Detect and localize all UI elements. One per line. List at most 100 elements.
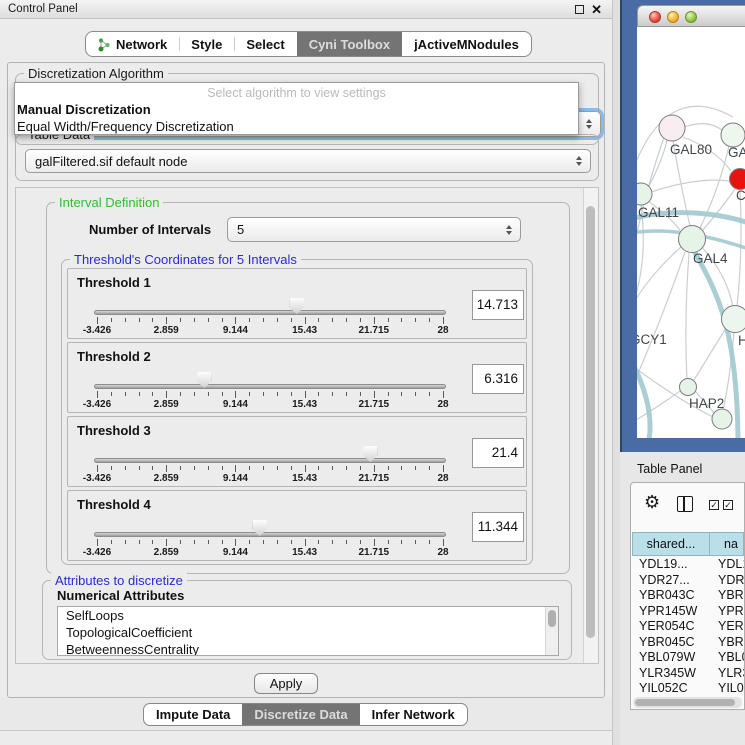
threshold-panel: Threshold 3-3.4262.8599.14415.4321.71528… [67,416,527,487]
slider-tick [97,465,98,472]
table-row[interactable]: YDR27...YDR2 [632,573,744,589]
slider-tick [346,318,347,322]
network-edge[interactable] [686,253,689,379]
gear-icon[interactable]: ⚙ [644,492,660,513]
panel-divider[interactable] [612,0,620,745]
minimize-traffic-light[interactable] [667,11,679,23]
tab-impute-data[interactable]: Impute Data [144,704,242,725]
network-node-unlabeled[interactable] [712,409,732,429]
network-node-C[interactable] [730,169,745,190]
table-row[interactable]: YLR345WYLR3 [632,666,744,682]
threshold-value-field[interactable]: 21.4 [472,438,524,468]
tick-label: -3.426 [83,399,111,410]
column-header-shared[interactable]: shared... [632,532,710,556]
tab-discretize-data[interactable]: Discretize Data [242,704,359,725]
split-columns-icon[interactable] [677,496,693,512]
tab-cyni-toolbox[interactable]: Cyni Toolbox [297,32,402,56]
close-traffic-light[interactable] [649,11,661,23]
list-scrollbar[interactable] [545,607,558,655]
slider-tick [139,318,140,322]
combo-arrows-icon [586,119,592,129]
table-horizontal-scrollbar[interactable] [633,697,742,708]
number-of-intervals-spinner[interactable]: 5 [227,217,521,242]
threshold-slider[interactable]: -3.4262.8599.14415.4321.71528 [68,417,526,486]
table-row[interactable]: YBR043CYBR0 [632,588,744,604]
table-row[interactable]: YBL079WYBL0 [632,650,744,666]
threshold-panel: Threshold 2-3.4262.8599.14415.4321.71528… [67,342,527,413]
network-node-GAL4[interactable] [679,226,706,253]
slider-track[interactable] [94,310,446,315]
slider-track[interactable] [94,458,446,463]
network-edge[interactable] [637,252,685,389]
cell-shared-name: YDL19... [632,557,710,573]
network-graph[interactable]: GAL80GACGAL11GAL4GCY1HHAP2 [637,27,745,438]
checkbox-icon[interactable]: ✓ [709,500,719,510]
network-edge[interactable] [702,189,735,231]
numerical-attributes-list[interactable]: SelfLoopsTopologicalCoefficientBetweenne… [57,606,559,656]
threshold-slider[interactable]: -3.4262.8599.14415.4321.71528 [68,343,526,412]
checkbox-icon[interactable]: ✓ [723,500,733,510]
panel-scrollbar[interactable] [583,188,598,663]
table-row[interactable]: YPR145WYPR1 [632,604,744,620]
network-edge[interactable] [651,180,730,192]
slider-tick [291,318,292,322]
network-window-titlebar[interactable] [637,5,745,27]
slider-track[interactable] [94,384,446,389]
network-edge-thick[interactable] [637,357,650,438]
apply-button[interactable]: Apply [254,673,318,694]
zoom-traffic-light[interactable] [685,11,697,23]
attribute-list-item[interactable]: TopologicalCoefficient [58,624,558,641]
slider-tick [277,540,278,544]
table-row[interactable]: YIL052CYIL0 [632,681,744,696]
table-row[interactable]: YER054CYER0 [632,619,744,635]
network-node-GAL80[interactable] [659,115,685,141]
network-edge[interactable] [637,106,733,175]
interval-definition-group: Interval Definition Number of Intervals … [46,202,570,574]
algorithm-option[interactable]: Manual Discretization [15,102,578,117]
table-row[interactable]: YDL19...YDL1 [632,557,744,573]
scrollbar-thumb[interactable] [548,610,556,627]
slider-tick [194,318,195,322]
network-node-HAP2[interactable] [680,379,697,396]
slider-tick [111,318,112,322]
scrollbar-thumb[interactable] [586,206,595,638]
slider-ticks [97,317,443,325]
attribute-list-item[interactable]: SelfLoops [58,607,558,624]
slider-track[interactable] [94,532,446,537]
network-node-GA[interactable] [721,123,745,147]
float-window-icon[interactable] [575,5,584,14]
table-data-combobox[interactable]: galFiltered.sif default node [25,149,591,173]
threshold-slider[interactable]: -3.4262.8599.14415.4321.71528 [68,491,526,560]
network-edge[interactable] [694,328,726,380]
cell-shared-name: YLR345W [632,666,710,682]
threshold-value-field[interactable]: 6.316 [472,364,524,394]
threshold-slider[interactable]: -3.4262.8599.14415.4321.71528 [68,269,526,338]
tick-label: 9.144 [223,547,248,558]
network-edge[interactable] [649,140,667,186]
close-icon[interactable]: ✕ [591,1,602,18]
tab-select[interactable]: Select [234,32,296,56]
tick-label: -3.426 [83,473,111,484]
tab-style[interactable]: Style [179,32,234,56]
cell-shared-name: YBL079W [632,650,710,666]
tab-network[interactable]: Network [86,32,179,56]
table-row[interactable]: YBR045CYBR0 [632,635,744,651]
slider-tick [263,318,264,322]
network-node-H[interactable] [722,306,745,333]
slider-tick-labels: -3.4262.8599.14415.4321.71528 [97,325,443,336]
attribute-list-item[interactable]: BetweennessCentrality [58,641,558,656]
network-view-canvas[interactable]: GAL80GACGAL11GAL4GCY1HHAP2 [637,27,745,438]
tab-jactivemnodules[interactable]: jActiveMNodules [402,32,531,56]
slider-tick [263,540,264,544]
tick-label: 2.859 [154,473,179,484]
scrollbar-thumb[interactable] [635,699,735,706]
tab-infer-network[interactable]: Infer Network [360,704,467,725]
algorithm-hint-option: Select algorithm to view settings [15,83,578,100]
network-edge[interactable] [637,205,643,314]
cell-shared-name: YDR27... [632,573,710,589]
network-edge[interactable] [684,124,722,130]
algorithm-option[interactable]: Equal Width/Frequency Discretization [15,119,578,134]
threshold-value-field[interactable]: 14.713 [472,290,524,320]
column-header-name[interactable]: na [710,532,744,556]
threshold-value-field[interactable]: 11.344 [472,512,524,542]
